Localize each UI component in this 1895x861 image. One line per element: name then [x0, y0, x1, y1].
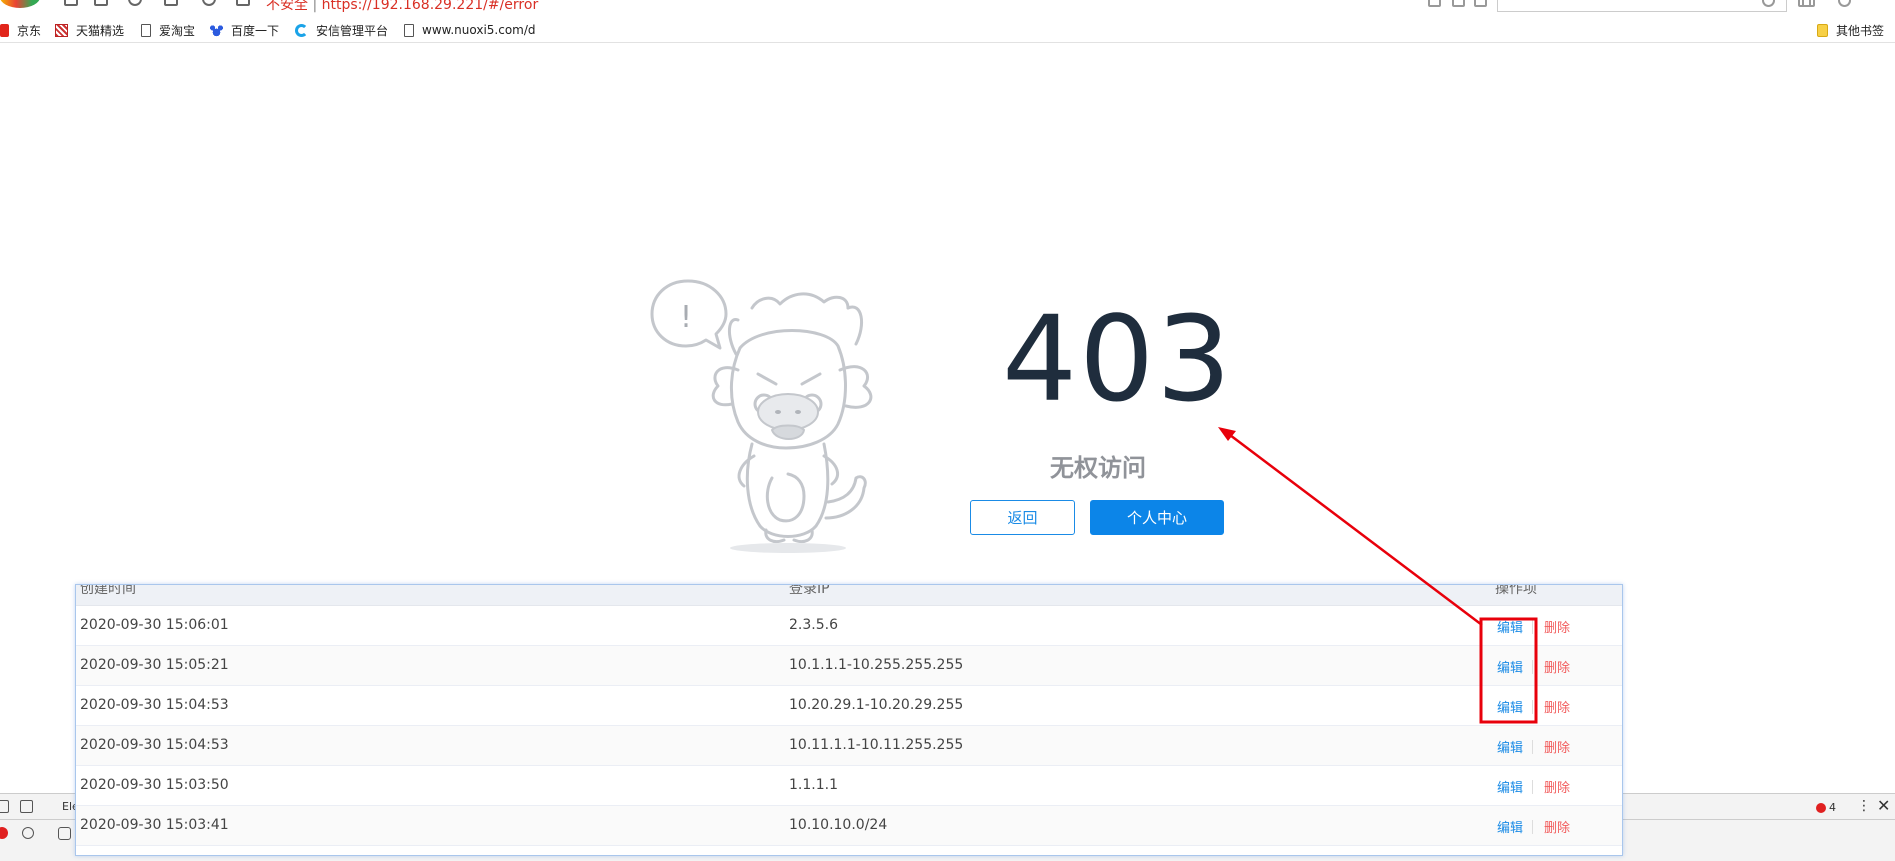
login-ip-table: 创建时间 登录IP 操作项 2020-09-30 15:06:01 2.3.5.… [75, 584, 1623, 856]
cell-time: 2020-09-30 15:06:01 [80, 617, 229, 633]
error-icon [1816, 802, 1826, 813]
address-url: https://192.168.29.221/#/error [321, 0, 539, 13]
delete-link[interactable]: 删除 [1544, 737, 1570, 756]
column-header-actions: 操作项 [1495, 584, 1537, 597]
cell-time: 2020-09-30 15:04:53 [80, 737, 229, 753]
error-message: 无权访问 [1050, 454, 1146, 482]
anxin-icon [295, 23, 308, 37]
edit-link[interactable]: 编辑 [1497, 657, 1523, 676]
baidu-icon [210, 23, 223, 37]
edit-link[interactable]: 编辑 [1497, 817, 1523, 836]
cell-time: 2020-09-30 15:04:53 [80, 697, 229, 713]
delete-link[interactable]: 删除 [1544, 657, 1570, 676]
clear-icon[interactable] [22, 827, 34, 839]
action-divider [1532, 820, 1533, 834]
action-divider [1532, 620, 1533, 634]
search-box[interactable] [1497, 0, 1787, 12]
action-divider [1532, 780, 1533, 794]
record-icon[interactable] [0, 827, 8, 839]
extension-icon[interactable] [1798, 0, 1811, 7]
column-header-time: 创建时间 [80, 584, 136, 597]
delete-link[interactable]: 删除 [1544, 697, 1570, 716]
error-count: 4 [1829, 801, 1836, 814]
error-counter[interactable]: 4 [1816, 801, 1836, 814]
bookmark-item[interactable]: 京东 [0, 21, 41, 39]
bookmark-item[interactable]: www.nuoxi5.com/d [404, 21, 536, 39]
delete-link[interactable]: 删除 [1544, 777, 1570, 796]
table-row: 2020-09-30 15:06:01 2.3.5.6 编辑 删除 [76, 606, 1622, 646]
bookmark-label: 京东 [17, 23, 42, 38]
tmall-icon [55, 23, 68, 37]
cell-ip: 10.11.1.1-10.11.255.255 [789, 737, 964, 753]
jd-icon [0, 23, 9, 37]
table-row: 2020-09-30 15:03:41 10.10.10.0/24 编辑 删除 [76, 806, 1622, 846]
forward-icon[interactable] [94, 0, 108, 6]
bookmark-item[interactable]: 百度一下 [210, 21, 279, 39]
cell-time: 2020-09-30 15:03:41 [80, 817, 229, 833]
table-row: 2020-09-30 15:05:21 10.1.1.1-10.255.255.… [76, 646, 1622, 686]
home-icon[interactable] [164, 0, 178, 6]
bookmark-item[interactable]: 安信管理平台 [295, 21, 388, 39]
cell-ip: 10.20.29.1-10.20.29.255 [789, 697, 964, 713]
account-icon[interactable] [1838, 0, 1851, 7]
page-icon [141, 23, 151, 37]
insecure-label: 不安全 [266, 0, 308, 13]
bookmark-label: 安信管理平台 [316, 23, 389, 38]
devtools-close-icon[interactable]: ✕ [1877, 796, 1890, 815]
reload-icon[interactable] [128, 0, 142, 6]
forbidden-mascot-illustration: ! [650, 279, 873, 553]
cell-ip: 10.1.1.1-10.255.255.255 [789, 657, 964, 673]
dropdown-icon[interactable] [1474, 0, 1487, 7]
folder-icon [1817, 23, 1828, 37]
cell-time: 2020-09-30 15:05:21 [80, 657, 229, 673]
cell-time: 2020-09-30 15:03:50 [80, 777, 229, 793]
cell-ip: 10.10.10.0/24 [789, 817, 888, 833]
delete-link[interactable]: 删除 [1544, 817, 1570, 836]
browser-toolbar: 不安全 | https://192.168.29.221/#/error [0, 0, 1895, 14]
action-divider [1532, 660, 1533, 674]
back-button[interactable]: 返回 [970, 500, 1075, 535]
other-bookmarks-label: 其他书签 [1836, 23, 1885, 38]
edit-link[interactable]: 编辑 [1497, 777, 1523, 796]
annotation-arrow-head [1218, 427, 1236, 441]
cell-ip: 1.1.1.1 [789, 777, 838, 793]
bookmark-label: www.nuoxi5.com/d [422, 23, 536, 37]
svg-text:!: ! [680, 300, 692, 335]
table-row: 2020-09-30 15:04:53 10.11.1.1-10.11.255.… [76, 726, 1622, 766]
bolt-icon[interactable] [1428, 0, 1441, 7]
page-icon [404, 23, 414, 37]
action-divider [1532, 700, 1533, 714]
edit-link[interactable]: 编辑 [1497, 617, 1523, 636]
address-bar[interactable]: 不安全 | https://192.168.29.221/#/error [266, 0, 538, 14]
bookmarks-bar: 京东 天猫精选 爱淘宝 百度一下 安信管理平台 www.nuoxi5.com/d… [0, 17, 1895, 43]
bookmark-item[interactable]: 天猫精选 [55, 21, 124, 39]
table-row: 2020-09-30 15:04:53 10.20.29.1-10.20.29.… [76, 686, 1622, 726]
inspect-icon[interactable] [0, 800, 9, 813]
column-header-ip: 登录IP [789, 584, 830, 597]
browser-logo-icon [0, 0, 40, 8]
bookmark-label: 百度一下 [231, 23, 280, 38]
bookmark-label: 天猫精选 [76, 23, 125, 38]
undo-icon[interactable] [202, 0, 216, 6]
other-bookmarks[interactable]: 其他书签 [1817, 21, 1884, 39]
error-code: 403 [1002, 290, 1234, 428]
bookmark-item[interactable]: 爱淘宝 [141, 21, 195, 39]
back-icon[interactable] [64, 0, 78, 6]
star-icon[interactable] [236, 0, 250, 6]
device-toggle-icon[interactable] [20, 800, 33, 813]
table-header: 创建时间 登录IP 操作项 [76, 585, 1622, 606]
user-center-button[interactable]: 个人中心 [1090, 500, 1224, 535]
edit-link[interactable]: 编辑 [1497, 737, 1523, 756]
table-row: 2020-09-30 15:03:50 1.1.1.1 编辑 删除 [76, 766, 1622, 806]
delete-link[interactable]: 删除 [1544, 617, 1570, 636]
edit-link[interactable]: 编辑 [1497, 697, 1523, 716]
cell-ip: 2.3.5.6 [789, 617, 838, 633]
devtools-menu-icon[interactable]: ⋮ [1857, 798, 1871, 814]
camera-icon[interactable] [58, 827, 71, 840]
action-divider [1532, 740, 1533, 754]
bookmark-star-icon[interactable] [1452, 0, 1465, 7]
bookmark-label: 爱淘宝 [159, 23, 196, 38]
